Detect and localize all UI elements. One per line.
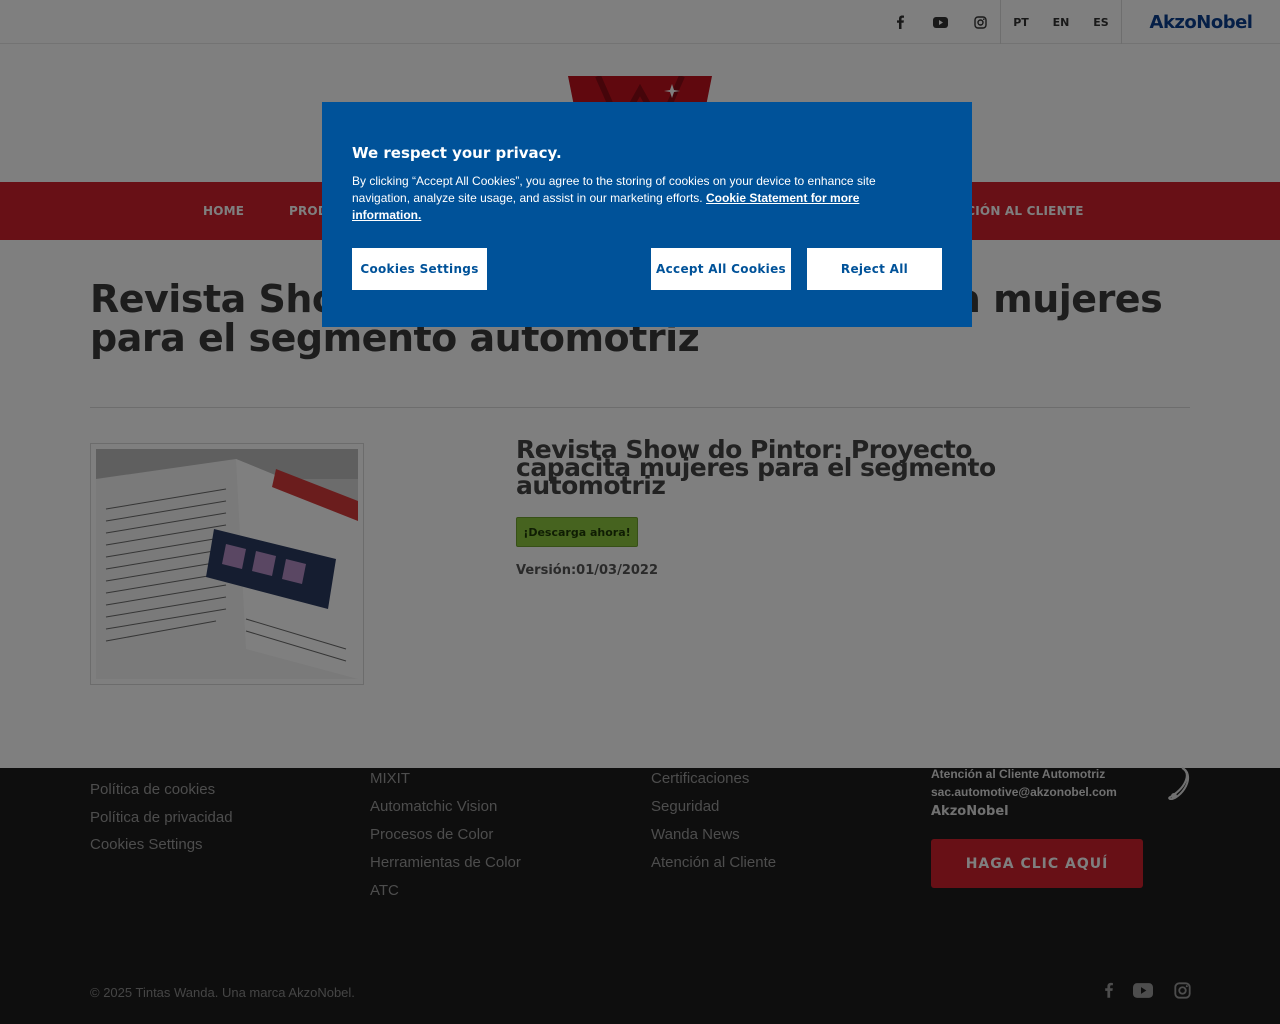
cookie-description: By clicking “Accept All Cookies”, you ag… [352, 173, 932, 224]
reject-all-button[interactable]: Reject All [807, 248, 942, 290]
cookies-settings-button[interactable]: Cookies Settings [352, 248, 487, 290]
cookie-title: We respect your privacy. [352, 144, 562, 162]
cookie-consent-dialog: We respect your privacy. By clicking “Ac… [322, 102, 972, 327]
accept-all-cookies-button[interactable]: Accept All Cookies [651, 248, 791, 290]
